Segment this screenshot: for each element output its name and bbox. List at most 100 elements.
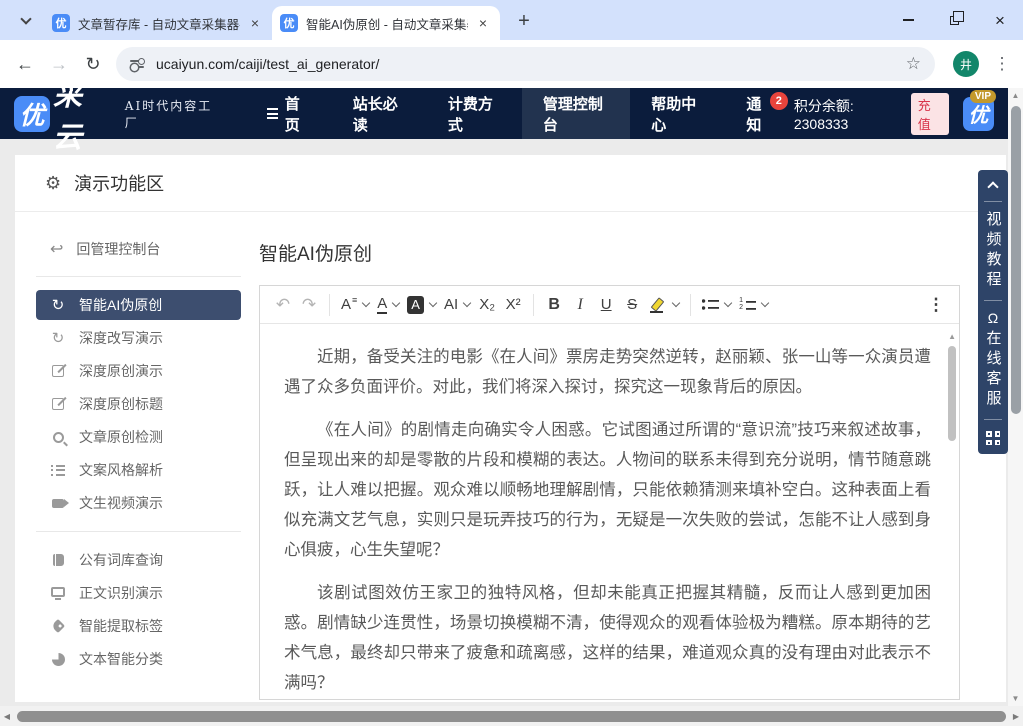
vertical-scrollbar[interactable]: ▲ ▼ — [1008, 88, 1023, 706]
online-service-button[interactable]: 在线客服 — [986, 330, 1001, 410]
browser-menu-button[interactable]: ⋮ — [989, 54, 1015, 74]
superscript-button[interactable]: X² — [500, 291, 526, 319]
chevron-up-icon[interactable] — [987, 181, 998, 192]
site-settings-icon[interactable] — [130, 58, 144, 70]
sidebar-item-public-lexicon[interactable]: 公有词库查询 — [36, 545, 241, 575]
editor-scrollbar-thumb[interactable] — [948, 346, 956, 441]
nav-item-help[interactable]: 帮助中心 — [630, 88, 725, 139]
ordered-list-icon — [739, 299, 756, 311]
browser-profile-avatar[interactable]: 井 — [953, 51, 979, 77]
vertical-scrollbar-thumb[interactable] — [1011, 106, 1021, 414]
vip-badge: VIP — [970, 90, 996, 103]
back-button[interactable]: ← — [8, 47, 42, 81]
scroll-left-icon[interactable]: ◀ — [0, 712, 14, 721]
sidebar-item-ai-rewrite[interactable]: ↻ 智能AI伪原创 — [36, 290, 241, 320]
sidebar-item-originality-check[interactable]: 文章原创检测 — [36, 422, 241, 452]
editor-content[interactable]: 近期，备受关注的电影《在人间》票房走势突然逆转，赵丽颖、张一山等一众演员遭遇了众… — [260, 325, 943, 699]
restore-icon — [950, 16, 959, 25]
italic-button[interactable]: I — [567, 291, 593, 319]
site-logo-icon[interactable]: 优 — [14, 96, 50, 132]
divider — [984, 300, 1002, 301]
close-tab-button[interactable]: × — [474, 14, 492, 32]
monitor-icon — [50, 590, 66, 597]
underline-button[interactable]: U — [593, 291, 619, 319]
sidebar-item-text-to-video[interactable]: 文生视频演示 — [36, 488, 241, 518]
sidebar-item-body-recognition[interactable]: 正文识别演示 — [36, 578, 241, 608]
sidebar-item-label: 文生视频演示 — [79, 493, 163, 513]
bold-button[interactable]: B — [541, 291, 567, 319]
ordered-list-button[interactable] — [735, 291, 772, 319]
font-size-icon: A — [341, 296, 351, 313]
address-bar[interactable]: ucaiyun.com/caiji/test_ai_generator/ ☆ — [116, 47, 935, 81]
restore-button[interactable] — [931, 0, 977, 40]
line-height-button[interactable]: AI — [440, 291, 474, 319]
subscript-button[interactable]: X₂ — [474, 291, 500, 319]
divider — [36, 531, 241, 532]
nav-item-home[interactable]: 首页 — [246, 88, 332, 139]
paragraph[interactable]: 《在人间》的剧情走向确实令人困惑。它试图通过所谓的“意识流”技巧来叙述故事，但呈… — [284, 415, 931, 565]
url-text[interactable]: ucaiyun.com/caiji/test_ai_generator/ — [156, 56, 906, 72]
sidebar-item-deep-rewrite[interactable]: ↻ 深度改写演示 — [36, 323, 241, 353]
new-tab-button[interactable]: + — [510, 7, 538, 35]
sidebar-item-label: 文本智能分类 — [79, 649, 163, 669]
sidebar-back-to-console[interactable]: ↩ 回管理控制台 — [36, 235, 241, 263]
video-tutorial-button[interactable]: 视频教程 — [986, 211, 1001, 291]
undo-button[interactable]: ↶ — [270, 291, 296, 319]
recharge-button[interactable]: 充值 — [911, 93, 949, 135]
minimize-icon — [903, 19, 914, 21]
chevron-down-icon — [672, 299, 680, 307]
tab-article-store[interactable]: 优 文章暂存库 - 自动文章采集器-优 × — [44, 6, 272, 40]
font-size-button[interactable]: A≡ — [337, 291, 373, 319]
window-controls: × — [885, 0, 1023, 40]
scroll-right-icon[interactable]: ▶ — [1009, 712, 1023, 721]
sidebar-item-deep-title[interactable]: 深度原创标题 — [36, 389, 241, 419]
chevron-down-icon — [392, 299, 400, 307]
editor-scroll-up-icon[interactable]: ▲ — [948, 332, 956, 341]
sidebar-item-tag-extraction[interactable]: 智能提取标签 — [36, 611, 241, 641]
sidebar-item-deep-original[interactable]: 深度原创演示 — [36, 356, 241, 386]
back-arrow-icon: ↩ — [50, 239, 63, 259]
horizontal-scrollbar-thumb[interactable] — [17, 711, 1006, 722]
paragraph[interactable]: 该剧试图效仿王家卫的独特风格，但却未能真正把握其精髓，反而让人感到更加困惑。剧情… — [284, 578, 931, 698]
tab-title: 智能AI伪原创 - 自动文章采集器 — [306, 14, 468, 33]
tab-ai-rewrite-active[interactable]: 优 智能AI伪原创 - 自动文章采集器 × — [272, 6, 500, 40]
qr-code-icon[interactable] — [986, 431, 1000, 445]
highlight-button[interactable] — [645, 291, 683, 319]
sidebar-item-label: 深度原创标题 — [79, 394, 163, 414]
paragraph[interactable]: 近期，备受关注的电影《在人间》票房走势突然逆转，赵丽颖、张一山等一众演员遭遇了众… — [284, 342, 931, 402]
points-balance: 积分余额: 2308333 — [794, 96, 903, 132]
headset-icon: Ω — [988, 310, 998, 326]
close-button[interactable]: × — [977, 0, 1023, 40]
tab-search-button[interactable] — [12, 7, 40, 35]
chevron-down-icon — [20, 13, 31, 24]
scroll-up-icon[interactable]: ▲ — [1008, 91, 1023, 100]
nav-item-console[interactable]: 管理控制台 — [522, 88, 630, 139]
nav-label: 帮助中心 — [651, 93, 704, 135]
chevron-down-icon — [362, 299, 370, 307]
nav-item-notifications[interactable]: 通知 2 — [725, 88, 794, 139]
sidebar-item-text-classification[interactable]: 文本智能分类 — [36, 644, 241, 674]
editor-toolbar: ↶ ↷ A≡ A A — [260, 286, 959, 324]
font-color-button[interactable]: A — [373, 291, 403, 319]
redo-button[interactable]: ↷ — [296, 291, 322, 319]
strikethrough-button[interactable]: S — [619, 291, 645, 319]
bg-color-button[interactable]: A — [403, 291, 440, 319]
horizontal-scrollbar[interactable]: ◀ ▶ — [0, 706, 1023, 726]
divider — [984, 201, 1002, 202]
nav-item-pricing[interactable]: 计费方式 — [427, 88, 522, 139]
nav-item-must-read[interactable]: 站长必读 — [332, 88, 427, 139]
site-logo-text[interactable]: 采云 — [53, 72, 113, 156]
browser-window: 优 文章暂存库 - 自动文章采集器-优 × 优 智能AI伪原创 - 自动文章采集… — [0, 0, 1023, 726]
minimize-button[interactable] — [885, 0, 931, 40]
divider — [36, 276, 241, 277]
nav-label: 通知 — [746, 93, 773, 135]
close-tab-button[interactable]: × — [246, 14, 264, 32]
more-options-button[interactable]: ⋮ — [923, 291, 949, 319]
scroll-down-icon[interactable]: ▼ — [1008, 694, 1023, 703]
nav-label: 计费方式 — [448, 93, 501, 135]
sidebar-item-style-analysis[interactable]: 文案风格解析 — [36, 455, 241, 485]
bookmark-star-icon[interactable]: ☆ — [906, 54, 921, 74]
content-card: ⚙ 演示功能区 ↩ 回管理控制台 ↻ 智能AI伪原创 ↻ — [15, 155, 1006, 702]
sidebar-back-label: 回管理控制台 — [76, 239, 160, 259]
bullet-list-button[interactable] — [698, 291, 735, 319]
